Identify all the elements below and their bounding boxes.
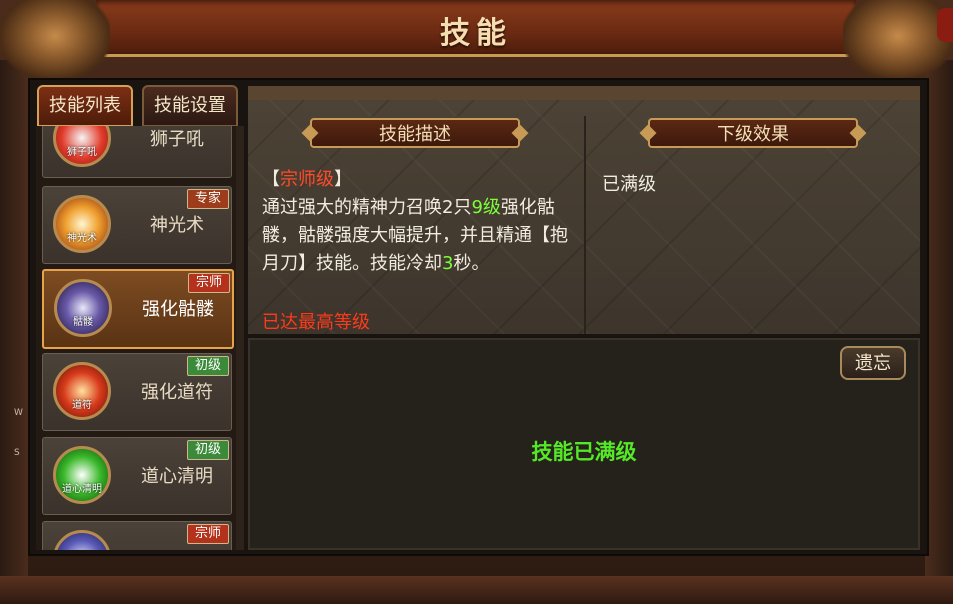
dragon-ornament-left-icon [0,0,110,80]
rank-badge: 宗师 [187,524,229,544]
skill-list-scrollbar[interactable] [236,126,244,550]
skull-icon: 骷髅 [54,279,112,337]
skill-item-lion-roar[interactable]: 狮子吼 狮子吼 [42,126,232,178]
left-frame: W D S [0,60,41,580]
skill-item-summon-skeleton[interactable]: 骷髅 强化骷髅 宗师 [42,269,234,349]
holy-light-icon: 神光术 [53,195,111,253]
close-icon[interactable] [937,8,953,42]
key-hint-s: S [14,448,20,458]
summon-level: 9级 [471,197,501,218]
skill-maxed-message: 技能已满级 [531,440,637,464]
rank-badge: 初级 [187,440,229,460]
cooldown-value: 3 [442,253,454,274]
skill-item-holy-light[interactable]: 神光术 神光术 专家 [42,186,232,264]
skill-item-talisman[interactable]: 道符 强化道符 初级 [42,353,232,431]
skill-name: 狮子吼 [150,129,204,150]
skill-name: 道心清明 [141,466,213,487]
lion-roar-icon: 狮子吼 [53,126,111,167]
next-level-header: 下级效果 [648,118,858,148]
rank-badge: 专家 [187,189,229,209]
skill-level: 宗师级 [280,169,334,190]
skill-name: 强化骷髅 [142,299,214,320]
rank-badge: 初级 [187,356,229,376]
skill-icon [53,530,111,550]
detail-top-edge [248,86,920,100]
window-title: 技能 [440,16,512,51]
title-banner: 技能 [96,0,856,57]
key-hint-w: W [14,408,23,418]
column-divider [584,116,586,334]
skill-description-text: 【宗师级】 通过强大的精神力召唤2只9级强化骷髅，骷髅强度大幅提升，并且精通【抱… [262,169,568,274]
max-level-status: 已达最高等级 [262,312,370,330]
skill-list[interactable]: 狮子吼 狮子吼 神光术 神光术 专家 骷髅 强化骷髅 宗师 道符 强化道符 初级… [36,126,236,550]
tab-skill-settings[interactable]: 技能设置 [142,85,238,127]
skill-name: 强化道符 [141,382,213,403]
skill-description-header: 技能描述 [310,118,520,148]
talisman-icon: 道符 [53,362,111,420]
yin-yang-icon: 道心清明 [53,446,111,504]
bottom-frame [0,576,953,604]
skill-item-next[interactable]: 宗师 [42,521,232,550]
skill-name: 神光术 [150,215,204,236]
dragon-ornament-right-icon [843,0,953,80]
next-level-effect: 已满级 [602,174,656,195]
skill-item-clear-mind[interactable]: 道心清明 道心清明 初级 [42,437,232,515]
rank-badge: 宗师 [188,273,230,293]
skill-detail-panel: 技能描述 下级效果 【宗师级】 通过强大的精神力召唤2只9级强化骷髅，骷髅强度大… [248,86,920,334]
tab-skill-list[interactable]: 技能列表 [37,85,133,127]
forget-button[interactable]: 遗忘 [840,346,906,380]
right-frame [925,60,953,580]
